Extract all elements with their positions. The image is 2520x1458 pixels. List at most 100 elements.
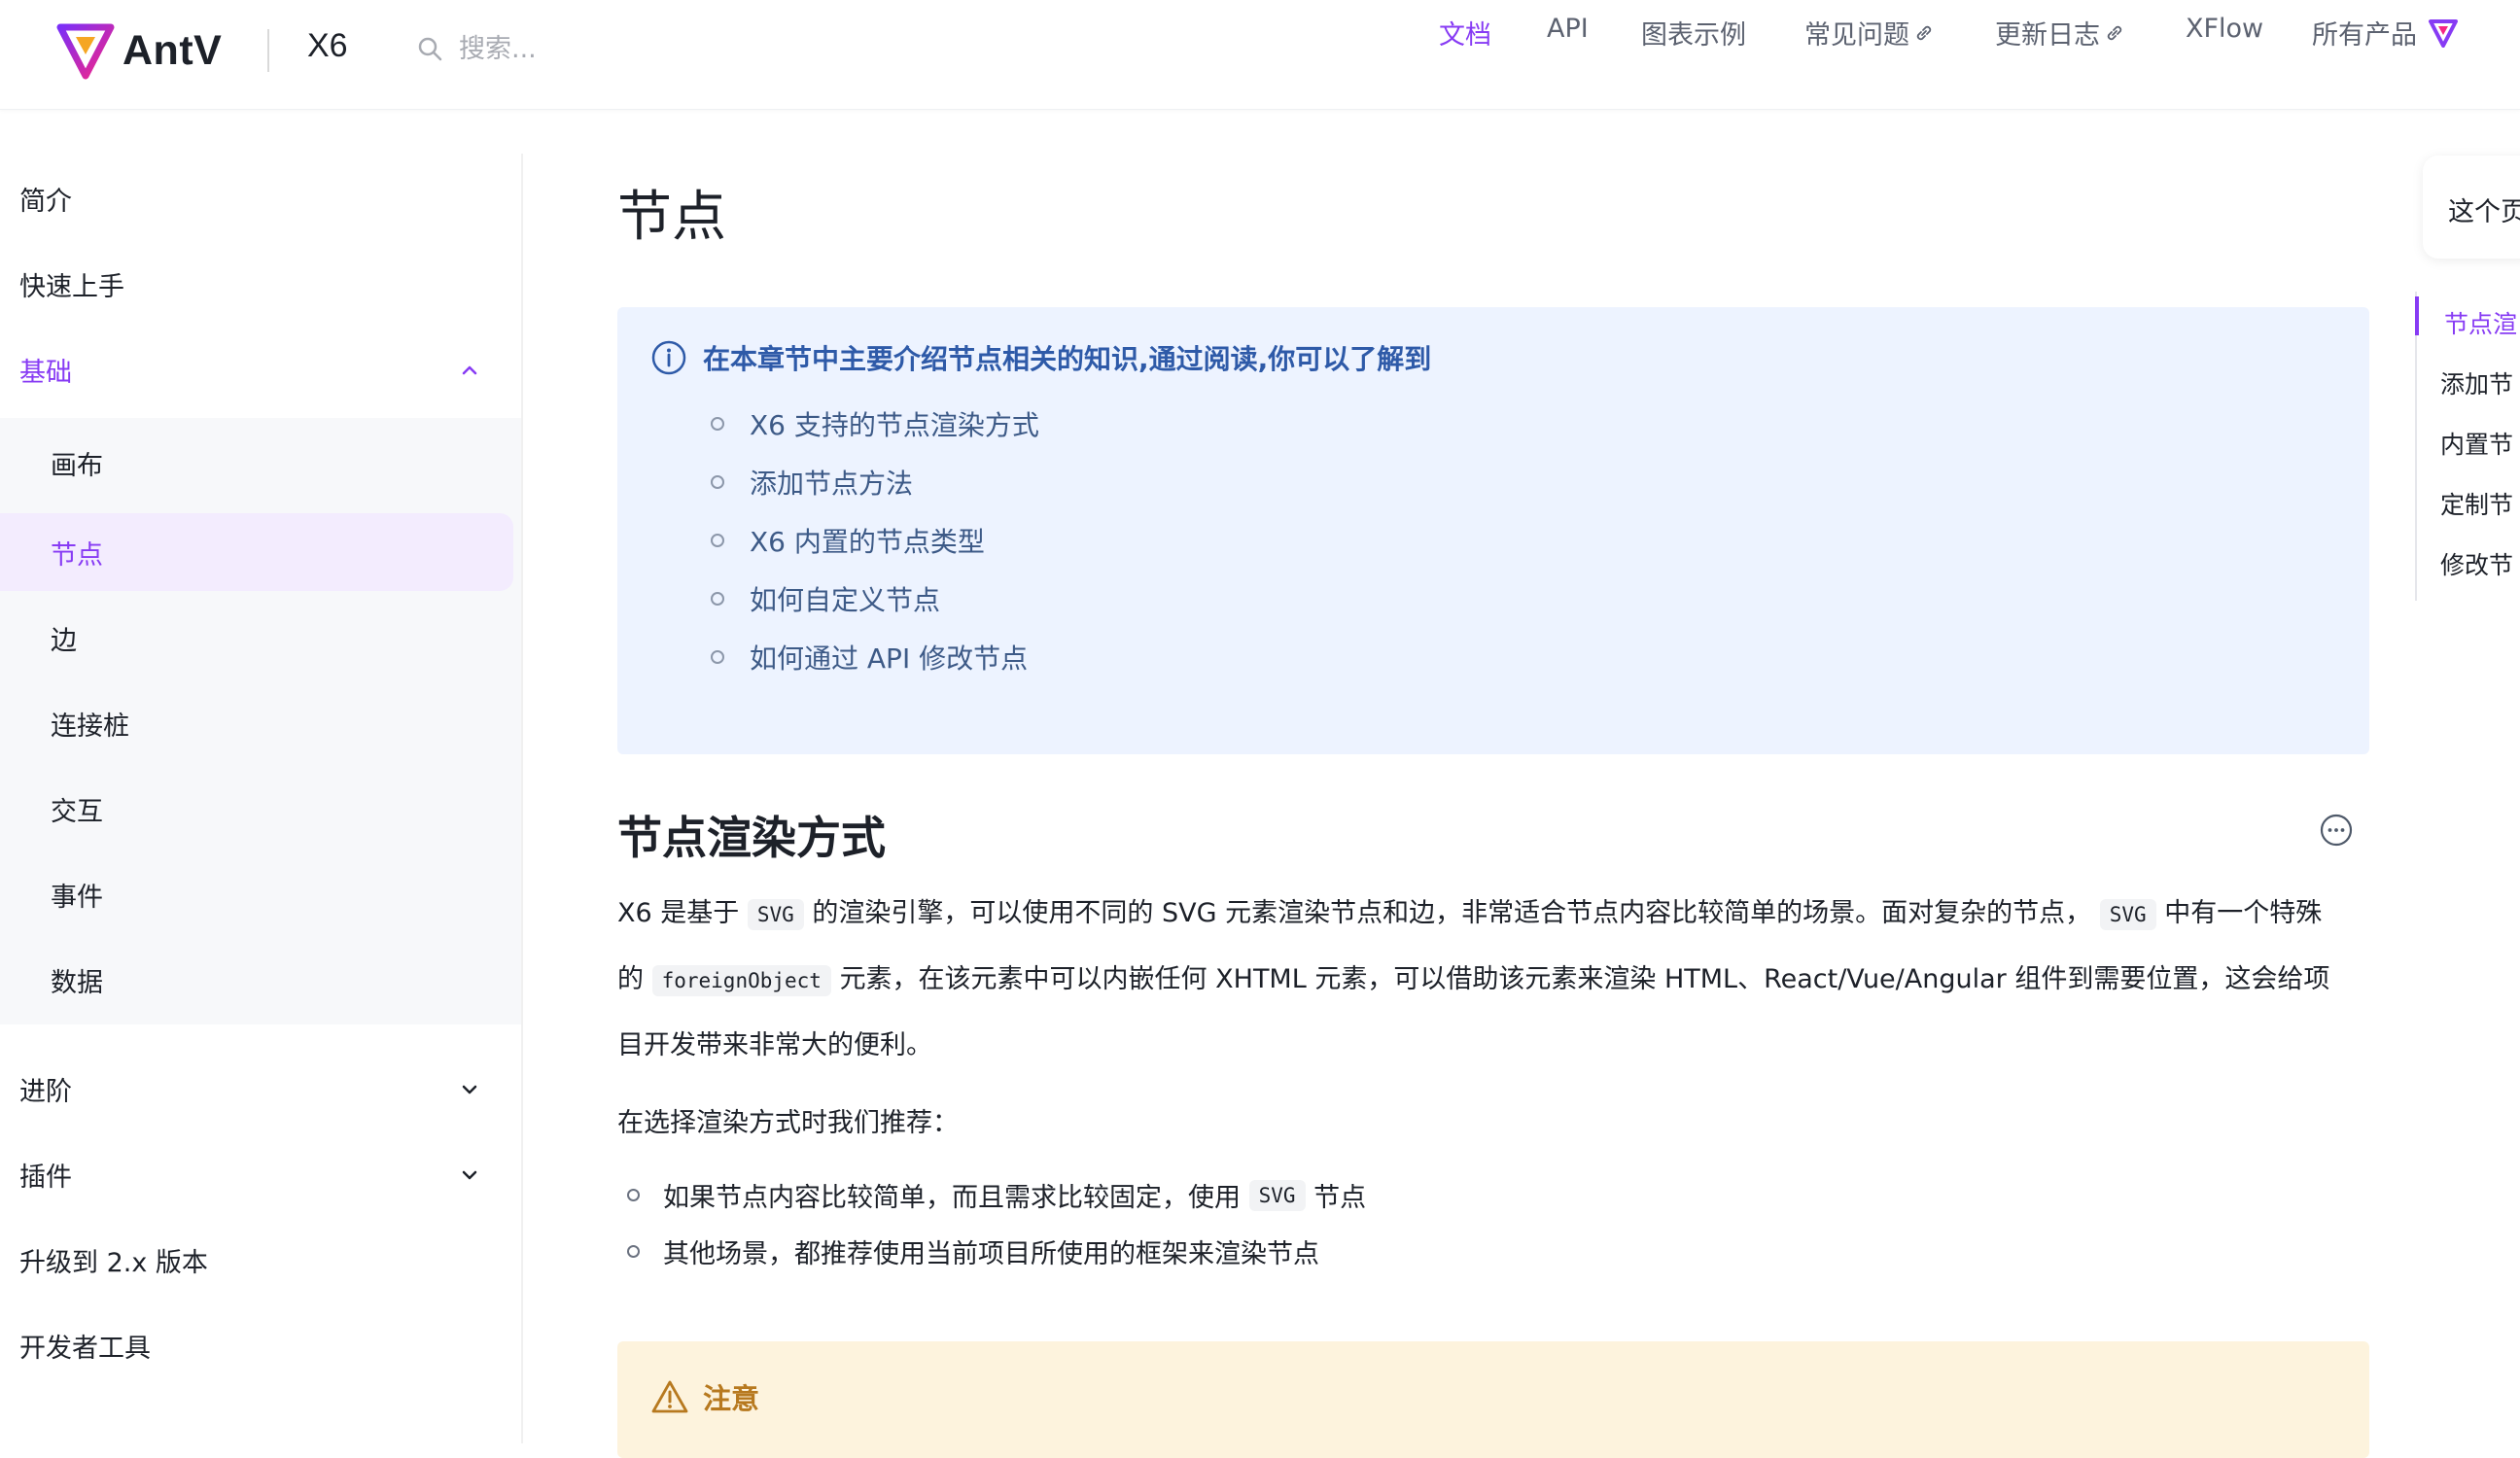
warning-header: 注意 xyxy=(650,1376,759,1417)
antv-logo-icon xyxy=(56,23,115,80)
sidebar-item-upgrade[interactable]: 升级到 2.x 版本 xyxy=(0,1225,523,1295)
top-header: AntV X6 文档 API 图表示例 常见问题 更新日志 XFlow 所有产品 xyxy=(0,0,2520,110)
sidebar-item-quickstart[interactable]: 快速上手 xyxy=(0,249,523,319)
sidebar-item-label: 基础 xyxy=(19,357,72,388)
nav-docs[interactable]: 文档 xyxy=(1439,14,1491,52)
inline-code: SVG xyxy=(2099,899,2156,930)
sidebar-item-port[interactable]: 连接桩 xyxy=(0,688,523,758)
paragraph-line-3: 目开发带来非常大的便利。 xyxy=(617,1030,932,1060)
inline-code: SVG xyxy=(1248,1179,1306,1211)
sidebar-item-label: 插件 xyxy=(19,1162,72,1193)
bullet-icon xyxy=(711,417,724,431)
sidebar-item-label: 事件 xyxy=(51,882,103,913)
sidebar-item-canvas[interactable]: 画布 xyxy=(0,428,523,498)
recommend-list-item: 如果节点内容比较简单，而且需求比较固定，使用 SVG 节点 xyxy=(627,1176,1366,1214)
info-list-item: X6 支持的节点渲染方式 xyxy=(711,402,1039,445)
toc-item[interactable]: 修改节 xyxy=(2440,546,2513,581)
toc-header-label: 这个页 xyxy=(2448,197,2520,227)
sidebar-item-events[interactable]: 事件 xyxy=(0,859,523,929)
nav-faq[interactable]: 常见问题 xyxy=(1804,14,1935,52)
nav-all-products[interactable]: 所有产品 xyxy=(2312,14,2460,52)
sidebar-item-label: 连接桩 xyxy=(51,711,129,742)
sidebar-item-label: 简介 xyxy=(19,186,72,217)
toc-item[interactable]: 内置节 xyxy=(2440,426,2513,461)
inline-code: SVG xyxy=(747,899,804,930)
nav-examples[interactable]: 图表示例 xyxy=(1641,14,1746,52)
toc-header-card[interactable]: 这个页 xyxy=(2423,156,2520,259)
sidebar-item-plugins[interactable]: 插件 xyxy=(0,1139,523,1209)
sidebar-item-label: 节点 xyxy=(51,539,103,571)
toc-item[interactable]: 节点渲 xyxy=(2444,305,2517,340)
sidebar-item-label: 进阶 xyxy=(19,1076,72,1107)
sidebar-item-label: 画布 xyxy=(51,450,103,481)
info-title: 在本章节中主要介绍节点相关的知识,通过阅读,你可以了解到 xyxy=(703,343,1432,375)
sidebar-item-advanced[interactable]: 进阶 xyxy=(0,1054,523,1124)
sidebar-item-edge[interactable]: 边 xyxy=(0,603,523,673)
text-run: 元素，在该元素中可以内嵌任何 XHTML 元素，可以借助该元素来渲染 HTML、… xyxy=(839,964,2330,994)
info-icon xyxy=(651,340,686,375)
inline-code: foreignObject xyxy=(651,965,831,996)
bullet-icon xyxy=(711,534,724,547)
info-header: 在本章节中主要介绍节点相关的知识,通过阅读,你可以了解到 xyxy=(650,338,1431,377)
sidebar-item-label: 快速上手 xyxy=(19,271,124,302)
bullet-icon xyxy=(711,475,724,489)
sidebar-item-interaction[interactable]: 交互 xyxy=(0,774,523,844)
nav-faq-label: 常见问题 xyxy=(1804,20,1909,51)
sidebar: 简介 快速上手 基础 画布 节点 边 连接桩 交互 事件 数据 进阶 插件 升级… xyxy=(0,154,523,1443)
search-input[interactable] xyxy=(459,33,751,64)
sidebar-item-label: 数据 xyxy=(51,967,103,998)
sidebar-item-data[interactable]: 数据 xyxy=(0,945,523,1015)
text-run: 中有一个特殊 xyxy=(2164,898,2323,928)
text-run: 的 xyxy=(617,964,644,994)
info-item-text: X6 支持的节点渲染方式 xyxy=(750,409,1039,441)
toc-active-indicator xyxy=(2415,296,2419,335)
bullet-icon xyxy=(627,1245,640,1258)
nav-all-products-label: 所有产品 xyxy=(2312,20,2417,51)
info-item-text: 如何通过 API 修改节点 xyxy=(750,642,1029,675)
info-item-text: 如何自定义节点 xyxy=(750,584,941,616)
info-list-item: 添加节点方法 xyxy=(711,461,913,503)
toc-item[interactable]: 定制节 xyxy=(2440,486,2513,521)
info-item-text: 添加节点方法 xyxy=(750,468,914,500)
text-run: 节点 xyxy=(1313,1183,1367,1213)
sidebar-item-label: 交互 xyxy=(51,796,103,827)
nav-api[interactable]: API xyxy=(1547,14,1589,44)
recommend-list-item: 其他场景，都推荐使用当前项目所使用的框架来渲染节点 xyxy=(627,1232,1319,1270)
sidebar-item-basics[interactable]: 基础 xyxy=(0,334,523,404)
info-list-item: 如何自定义节点 xyxy=(711,577,940,620)
nav-changelog-label: 更新日志 xyxy=(1995,20,2100,51)
warning-icon xyxy=(651,1380,688,1413)
product-name[interactable]: X6 xyxy=(307,27,348,65)
comment-icon[interactable] xyxy=(2319,813,2354,848)
search-icon xyxy=(418,37,442,61)
paragraph-line-2: 的 foreignObject 元素，在该元素中可以内嵌任何 XHTML 元素，… xyxy=(617,947,2367,1014)
text-run: 的渲染引擎，可以使用不同的 SVG 元素渲染节点和边，非常适合节点内容比较简单的… xyxy=(812,898,2092,928)
sidebar-item-node[interactable]: 节点 xyxy=(0,517,523,587)
paragraph-line-1: X6 是基于 SVG 的渲染引擎，可以使用不同的 SVG 元素渲染节点和边，非常… xyxy=(617,881,2367,948)
external-link-icon xyxy=(1916,25,1932,40)
logo-divider xyxy=(267,29,269,72)
recommend-text: 在选择渲染方式时我们推荐： xyxy=(617,1108,959,1138)
sidebar-item-intro[interactable]: 简介 xyxy=(0,163,523,233)
bullet-icon xyxy=(711,650,724,664)
toc-track xyxy=(2415,292,2417,601)
chevron-down-icon xyxy=(462,1170,477,1180)
sidebar-item-label: 升级到 2.x 版本 xyxy=(19,1247,208,1278)
chevron-down-icon xyxy=(462,1085,477,1094)
sidebar-item-label: 开发者工具 xyxy=(19,1333,151,1364)
info-list-item: X6 内置的节点类型 xyxy=(711,519,985,562)
sidebar-item-devtools[interactable]: 开发者工具 xyxy=(0,1310,523,1380)
chevron-up-icon xyxy=(462,365,477,375)
toc-item[interactable]: 添加节 xyxy=(2440,365,2513,400)
nav-docs-label: 文档 xyxy=(1439,20,1491,51)
nav-xflow[interactable]: XFlow xyxy=(2186,14,2263,44)
nav-examples-label: 图表示例 xyxy=(1641,20,1746,51)
nav-changelog[interactable]: 更新日志 xyxy=(1995,14,2125,52)
antv-logo[interactable]: AntV xyxy=(56,21,222,80)
nav-xflow-label: XFlow xyxy=(2186,14,2264,44)
text-run: 其他场景，都推荐使用当前项目所使用的框架来渲染节点 xyxy=(663,1239,1319,1269)
sidebar-item-label: 边 xyxy=(51,625,77,656)
external-link-icon xyxy=(2107,25,2122,40)
search-box[interactable] xyxy=(416,29,751,68)
antv-mini-logo-icon xyxy=(2429,18,2458,48)
